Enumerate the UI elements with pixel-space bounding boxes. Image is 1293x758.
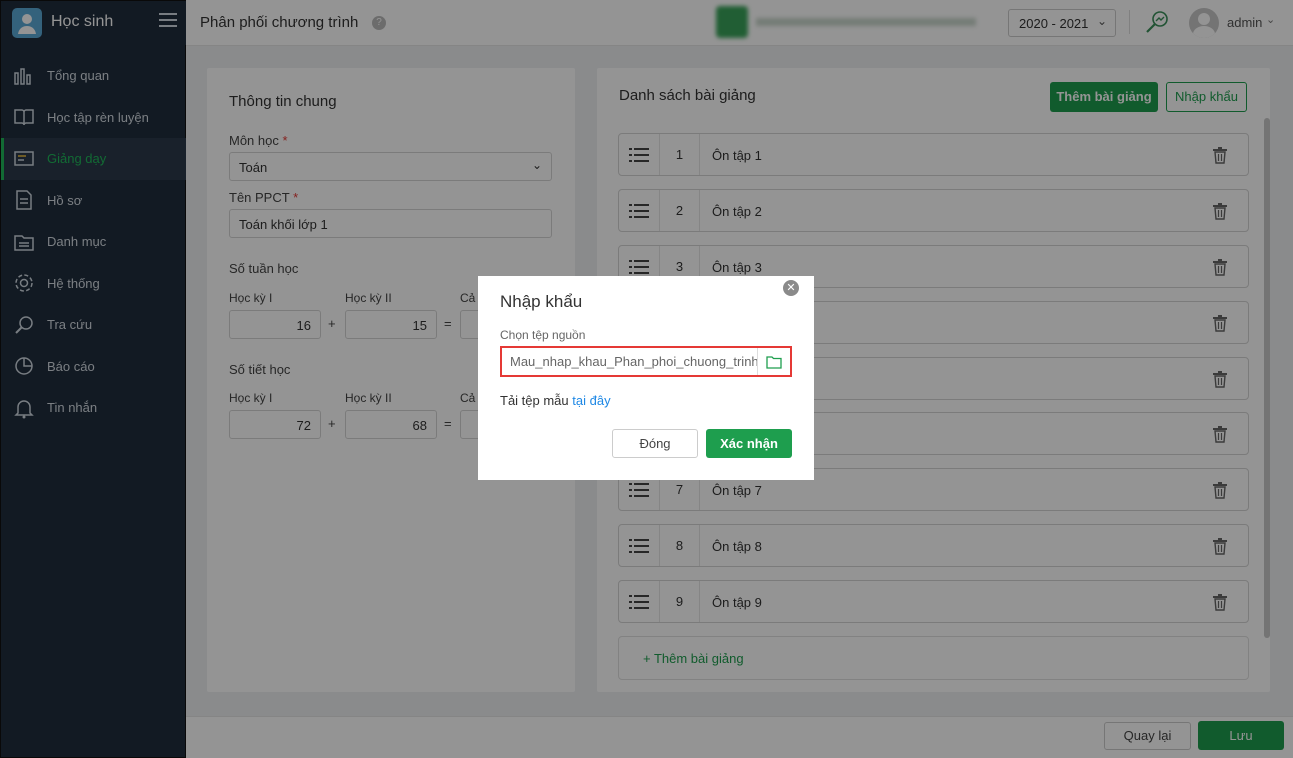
template-download-link[interactable]: tại đây xyxy=(572,393,610,408)
source-file-label: Chọn tệp nguồn xyxy=(500,328,586,342)
template-download-line: Tải tệp mẫu tại đây xyxy=(500,393,611,408)
close-icon[interactable]: ✕ xyxy=(783,280,799,296)
confirm-button[interactable]: Xác nhận xyxy=(706,429,792,458)
source-file-input[interactable]: Mau_nhap_khau_Phan_phoi_chuong_trinh_r xyxy=(502,348,758,375)
import-dialog: Nhập khẩu ✕ Chọn tệp nguồn Mau_nhap_khau… xyxy=(478,276,814,480)
file-picker: Mau_nhap_khau_Phan_phoi_chuong_trinh_r xyxy=(500,346,792,377)
folder-icon[interactable] xyxy=(758,348,790,375)
template-prefix: Tải tệp mẫu xyxy=(500,393,569,408)
dialog-title: Nhập khẩu xyxy=(500,292,583,311)
close-button[interactable]: Đóng xyxy=(612,429,698,458)
